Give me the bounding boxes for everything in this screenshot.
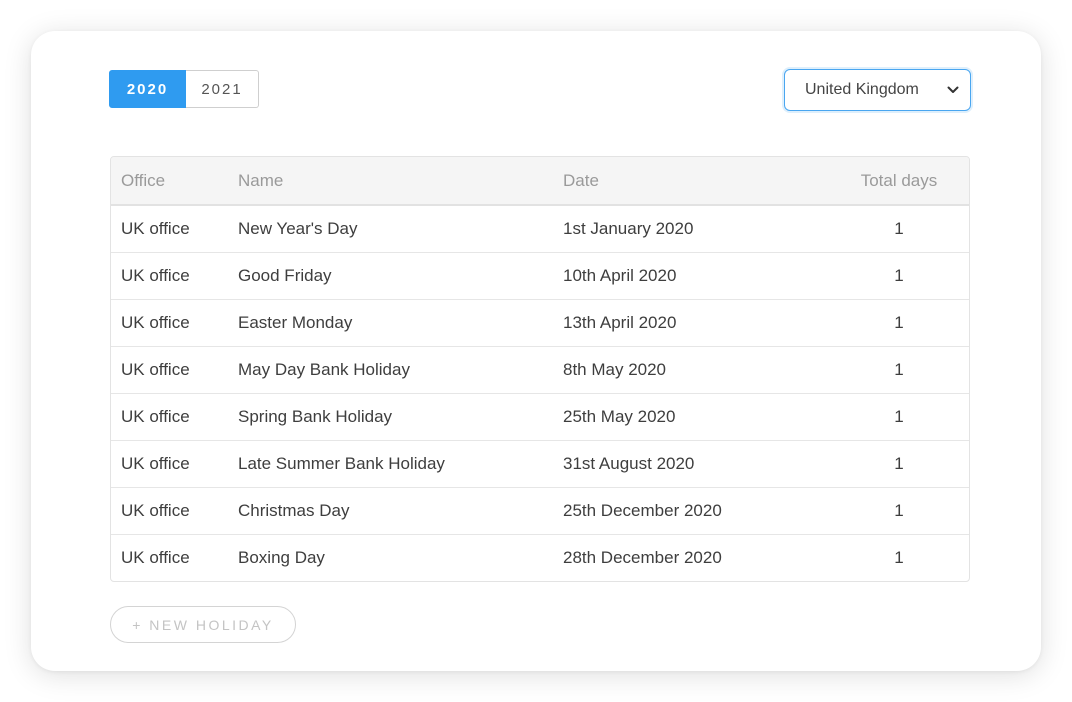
holidays-table: Office Name Date Total days UK office Ne… bbox=[110, 156, 970, 582]
cell-date: 13th April 2020 bbox=[563, 313, 677, 332]
cell-name: Boxing Day bbox=[238, 548, 325, 567]
header-office[interactable]: Office bbox=[111, 171, 238, 191]
cell-office: UK office bbox=[121, 360, 190, 379]
year-2020-button[interactable]: 2020 bbox=[109, 70, 186, 108]
cell-date: 1st January 2020 bbox=[563, 219, 694, 238]
cell-total-days: 1 bbox=[894, 266, 904, 285]
cell-total-days: 1 bbox=[894, 313, 904, 332]
cell-name: Good Friday bbox=[238, 266, 332, 285]
table-row[interactable]: UK office Spring Bank Holiday 25th May 2… bbox=[111, 394, 969, 441]
cell-name: Late Summer Bank Holiday bbox=[238, 454, 445, 473]
cell-office: UK office bbox=[121, 313, 190, 332]
year-toggle: 2020 2021 bbox=[109, 70, 259, 108]
cell-office: UK office bbox=[121, 407, 190, 426]
new-holiday-button[interactable]: + NEW HOLIDAY bbox=[110, 606, 296, 643]
cell-date: 25th December 2020 bbox=[563, 501, 722, 520]
header-name[interactable]: Name bbox=[238, 171, 563, 191]
chevron-down-icon bbox=[946, 83, 960, 97]
cell-date: 8th May 2020 bbox=[563, 360, 667, 379]
cell-name: Easter Monday bbox=[238, 313, 353, 332]
table-row[interactable]: UK office New Year's Day 1st January 202… bbox=[111, 206, 969, 253]
table-row[interactable]: UK office Christmas Day 25th December 20… bbox=[111, 488, 969, 535]
cell-office: UK office bbox=[121, 501, 190, 520]
table-row[interactable]: UK office Boxing Day 28th December 2020 … bbox=[111, 535, 969, 581]
cell-date: 31st August 2020 bbox=[563, 454, 695, 473]
table-row[interactable]: UK office Easter Monday 13th April 2020 … bbox=[111, 300, 969, 347]
cell-total-days: 1 bbox=[894, 454, 904, 473]
cell-total-days: 1 bbox=[894, 407, 904, 426]
cell-date: 10th April 2020 bbox=[563, 266, 677, 285]
cell-date: 25th May 2020 bbox=[563, 407, 676, 426]
holiday-card: 2020 2021 United Kingdom Office Name Dat… bbox=[31, 31, 1041, 671]
cell-total-days: 1 bbox=[894, 501, 904, 520]
cell-name: Christmas Day bbox=[238, 501, 350, 520]
cell-office: UK office bbox=[121, 454, 190, 473]
cell-name: New Year's Day bbox=[238, 219, 358, 238]
country-select-value: United Kingdom bbox=[805, 81, 919, 98]
cell-name: Spring Bank Holiday bbox=[238, 407, 393, 426]
cell-name: May Day Bank Holiday bbox=[238, 360, 410, 379]
cell-total-days: 1 bbox=[894, 219, 904, 238]
cell-total-days: 1 bbox=[894, 360, 904, 379]
country-select[interactable]: United Kingdom bbox=[784, 69, 971, 111]
table-row[interactable]: UK office May Day Bank Holiday 8th May 2… bbox=[111, 347, 969, 394]
cell-office: UK office bbox=[121, 266, 190, 285]
cell-total-days: 1 bbox=[894, 548, 904, 567]
table-header: Office Name Date Total days bbox=[111, 157, 969, 206]
table-row[interactable]: UK office Late Summer Bank Holiday 31st … bbox=[111, 441, 969, 488]
table-row[interactable]: UK office Good Friday 10th April 2020 1 bbox=[111, 253, 969, 300]
cell-date: 28th December 2020 bbox=[563, 548, 722, 567]
cell-office: UK office bbox=[121, 219, 190, 238]
cell-office: UK office bbox=[121, 548, 190, 567]
header-total-days[interactable]: Total days bbox=[850, 171, 948, 191]
header-date[interactable]: Date bbox=[563, 171, 850, 191]
year-2021-button[interactable]: 2021 bbox=[186, 70, 259, 108]
